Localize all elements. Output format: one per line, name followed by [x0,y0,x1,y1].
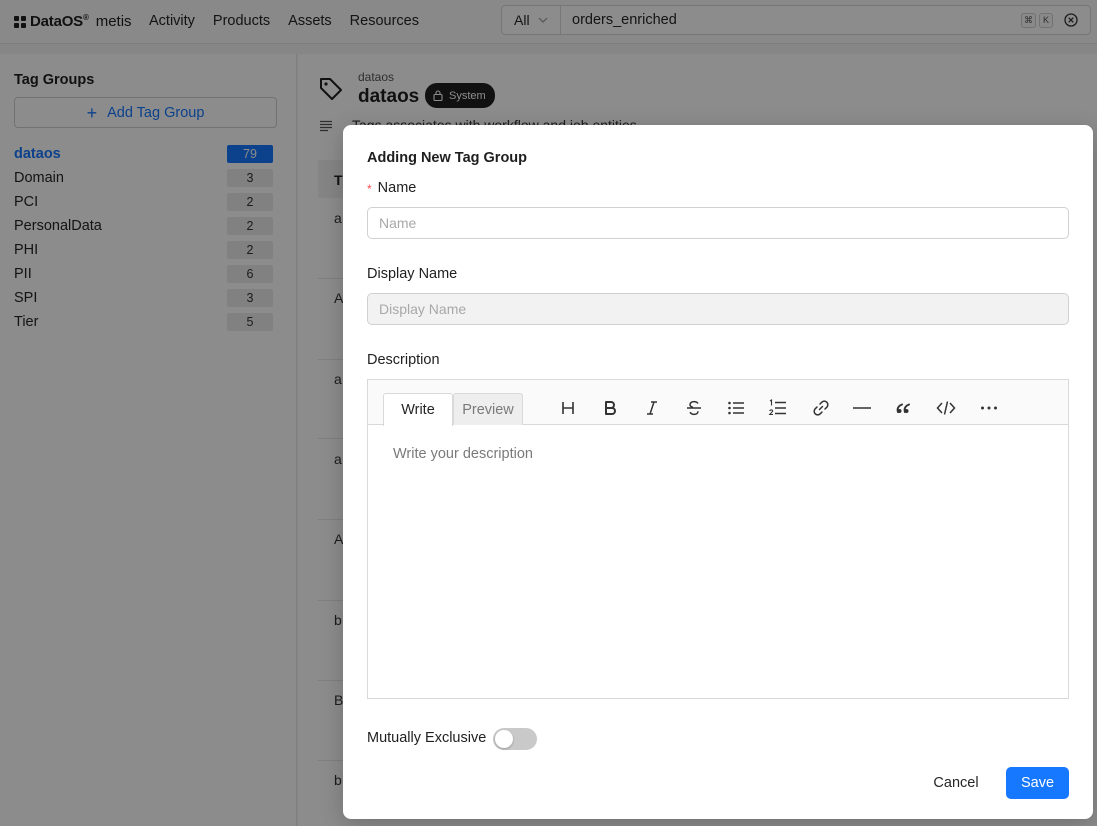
required-marker: * [367,182,372,196]
name-label: * Name [367,180,416,196]
description-textarea[interactable]: Write your description [393,446,533,462]
link-icon[interactable] [810,397,832,419]
mutually-exclusive-toggle[interactable] [493,728,537,750]
bold-icon[interactable] [599,397,621,419]
description-editor: Write Preview Write your description [367,379,1069,699]
horizontal-rule-icon[interactable] [851,397,873,419]
italic-icon[interactable] [641,397,663,419]
modal-title: Adding New Tag Group [367,150,528,166]
editor-toolbar: Write Preview [368,380,1068,426]
display-name-label: Display Name [367,266,458,282]
heading-icon[interactable] [557,397,579,419]
add-tag-group-modal: Adding New Tag Group *Name Display Name … [343,125,1093,819]
tab-write[interactable]: Write [383,393,453,426]
save-button[interactable]: Save [1006,767,1069,799]
more-icon[interactable] [978,397,1000,419]
numbered-list-icon[interactable] [767,397,789,419]
bullet-list-icon[interactable] [725,397,747,419]
cancel-button[interactable]: Cancel [921,767,991,799]
mutually-exclusive-label: Mutually Exclusive [367,730,487,746]
code-icon[interactable] [935,397,957,419]
description-label: Description [367,352,440,368]
name-input[interactable] [367,207,1069,239]
toggle-knob [495,730,513,748]
name-label-text: Name [377,180,417,196]
display-name-input[interactable] [367,293,1069,325]
strikethrough-icon[interactable] [683,397,705,419]
quote-icon[interactable] [893,397,915,419]
tab-preview[interactable]: Preview [453,393,523,425]
